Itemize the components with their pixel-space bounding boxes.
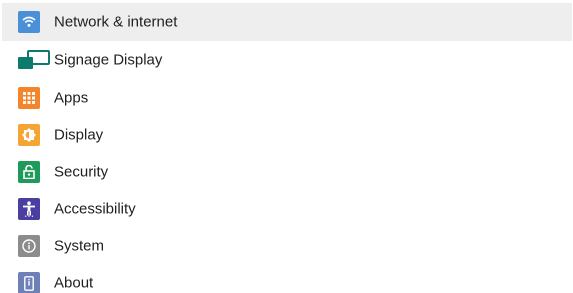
menu-item-label: About bbox=[54, 274, 94, 292]
wifi-icon bbox=[18, 11, 40, 33]
menu-item-system[interactable]: System bbox=[2, 227, 572, 265]
menu-item-label: Security bbox=[54, 163, 109, 181]
phone-icon bbox=[18, 272, 40, 293]
menu-item-signage-display[interactable]: Signage Display bbox=[2, 41, 572, 79]
apps-grid-icon bbox=[18, 87, 40, 109]
menu-item-security[interactable]: Security bbox=[2, 153, 572, 191]
menu-item-accessibility[interactable]: Accessibility bbox=[2, 190, 572, 228]
info-icon bbox=[18, 235, 40, 257]
menu-item-label: Accessibility bbox=[54, 200, 136, 218]
lock-icon bbox=[18, 161, 40, 183]
menu-item-label: Apps bbox=[54, 89, 89, 107]
accessibility-icon bbox=[18, 198, 40, 220]
brightness-icon bbox=[18, 124, 40, 146]
display-screen-icon bbox=[17, 50, 51, 70]
menu-item-network-internet[interactable]: Network & internet bbox=[2, 3, 572, 41]
menu-item-label: System bbox=[54, 237, 105, 255]
menu-item-label: Display bbox=[54, 126, 104, 144]
menu-item-label: Signage Display bbox=[54, 51, 163, 69]
settings-menu: Network & internet Signage Display Apps bbox=[0, 0, 573, 293]
menu-item-display[interactable]: Display bbox=[2, 116, 572, 154]
menu-item-apps[interactable]: Apps bbox=[2, 79, 572, 117]
menu-item-label: Network & internet bbox=[54, 13, 178, 31]
menu-item-about[interactable]: About bbox=[2, 264, 572, 293]
